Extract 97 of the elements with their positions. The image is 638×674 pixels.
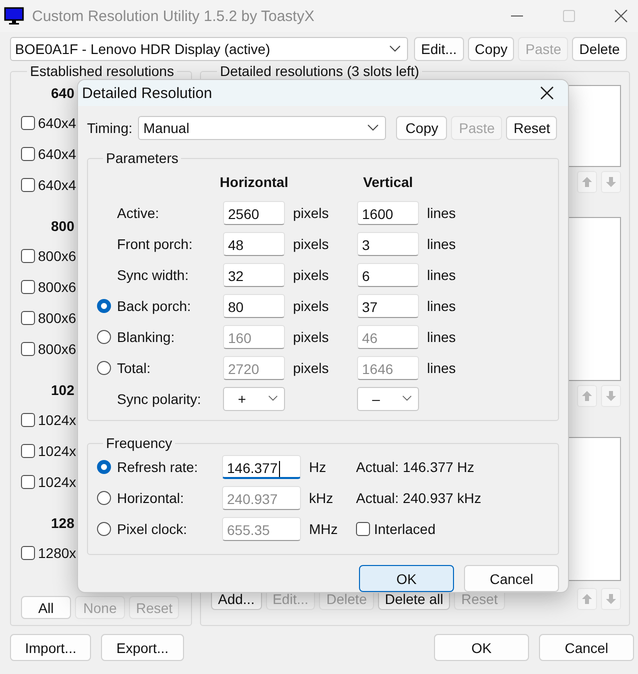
chevron-down-icon[interactable] (402, 395, 412, 402)
parameter-label: Sync polarity: (117, 390, 202, 406)
chevron-down-icon[interactable] (367, 124, 380, 132)
resolution-label: 640x4 (38, 146, 76, 162)
checkbox[interactable] (21, 342, 35, 356)
unit-label: pixels (292, 204, 330, 220)
chevron-down-icon[interactable] (268, 395, 278, 402)
resolution-group-header: 102 (51, 381, 74, 400)
chevron-down-icon[interactable] (389, 45, 401, 53)
resolution-label: 1280x (38, 544, 76, 560)
radio-button[interactable] (97, 298, 111, 312)
unit-label: kHz (308, 490, 334, 506)
dialog-button[interactable]: Cancel (464, 565, 559, 592)
group-title: Established resolutions (29, 63, 175, 79)
input-field[interactable]: 2560 (223, 200, 285, 224)
unit-label: lines (426, 298, 457, 314)
unit-label: lines (426, 360, 457, 376)
checkbox[interactable] (21, 248, 35, 262)
timing-dropdown[interactable]: Manual (138, 116, 386, 140)
resolution-label: 1024x (38, 442, 76, 458)
checkbox[interactable] (21, 474, 35, 488)
parameter-label: Total: (117, 360, 152, 376)
checkbox[interactable] (21, 178, 35, 192)
input-field[interactable]: 3 (357, 232, 419, 256)
device-button[interactable]: Copy (468, 37, 514, 61)
footer-button[interactable]: OK (434, 634, 529, 661)
unit-label: pixels (292, 328, 330, 344)
column-header: Horizontal (220, 174, 288, 190)
checkbox-label: Interlaced (374, 520, 436, 536)
device-button[interactable]: Edit... (414, 37, 464, 61)
input-field[interactable]: 32 (223, 262, 285, 286)
frequency-label: Pixel clock: (117, 520, 188, 536)
unit-label: lines (426, 266, 457, 282)
close-icon[interactable] (540, 86, 554, 100)
group-title: Frequency (105, 435, 174, 451)
unit-label: pixels (292, 266, 330, 282)
resolution-group-header: 128 (51, 514, 74, 533)
dialog-button[interactable]: OK (359, 565, 454, 592)
frequency-label: Horizontal: (117, 490, 185, 506)
unit-label: lines (426, 328, 457, 344)
input-field[interactable]: 1600 (357, 200, 419, 224)
polarity-dropdown[interactable]: – (357, 386, 419, 410)
list-button[interactable]: All (21, 596, 71, 619)
timing-button[interactable]: Copy (396, 116, 448, 140)
device-dropdown[interactable]: BOE0A1F - Lenovo HDR Display (active) (10, 37, 408, 61)
input-field[interactable]: 80 (223, 294, 285, 318)
frequency-label: Refresh rate: (117, 458, 199, 474)
device-button[interactable]: Delete (572, 37, 627, 61)
unit-label: pixels (292, 236, 330, 252)
checkbox[interactable] (21, 546, 35, 560)
unit-label: lines (426, 236, 457, 252)
footer-button[interactable]: Cancel (539, 634, 634, 661)
parameter-label: Sync width: (117, 266, 190, 282)
column-header: Vertical (363, 174, 413, 190)
monitor-icon (4, 7, 24, 25)
unit-label: MHz (308, 520, 339, 536)
actual-value: Actual: 240.937 kHz (356, 490, 482, 506)
parameter-label: Blanking: (117, 328, 176, 344)
checkbox[interactable] (21, 412, 35, 426)
unit-label: pixels (292, 298, 330, 314)
checkbox[interactable] (21, 280, 35, 294)
group-title: Parameters (105, 150, 180, 166)
close-icon[interactable] (614, 9, 628, 23)
checkbox[interactable] (21, 310, 35, 324)
footer-button[interactable]: Import... (10, 634, 92, 661)
input-field[interactable]: 146.377 (222, 454, 301, 478)
resolution-label: 1024x (38, 474, 76, 490)
polarity-dropdown[interactable]: + (223, 386, 285, 410)
dialog-title: Detailed Resolution (82, 84, 212, 102)
timing-label: Timing: (87, 120, 132, 136)
timing-button[interactable]: Reset (506, 116, 558, 140)
resolution-label: 1024x (38, 412, 76, 428)
resolution-label: 640x4 (38, 176, 76, 192)
unit-label: lines (426, 204, 457, 220)
input-field[interactable]: 48 (223, 232, 285, 256)
footer-button[interactable]: Export... (101, 634, 184, 661)
unit-label: pixels (292, 360, 330, 376)
parameter-label: Back porch: (117, 298, 192, 314)
resolution-label: 800x6 (38, 340, 76, 356)
actual-value: Actual: 146.377 Hz (356, 458, 476, 474)
resolution-label: 800x6 (38, 248, 76, 264)
resolution-group-header: 640 (51, 84, 74, 103)
unit-label: Hz (308, 458, 328, 474)
checkbox[interactable] (21, 116, 35, 130)
input-field[interactable]: 37 (357, 294, 419, 318)
input-field[interactable]: 6 (357, 262, 419, 286)
checkbox[interactable] (21, 146, 35, 160)
parameter-label: Front porch: (117, 236, 194, 252)
group-title: Detailed resolutions (3 slots left) (219, 63, 420, 79)
parameter-label: Active: (117, 204, 160, 220)
window-title: Custom Resolution Utility 1.5.2 by ToastyX (32, 8, 314, 24)
resolution-label: 800x6 (38, 310, 76, 326)
radio-button[interactable] (97, 460, 111, 474)
resolution-group-header: 800 (51, 217, 74, 236)
checkbox[interactable] (21, 444, 35, 458)
resolution-label: 640x4 (38, 114, 76, 130)
resolution-label: 800x6 (38, 278, 76, 294)
